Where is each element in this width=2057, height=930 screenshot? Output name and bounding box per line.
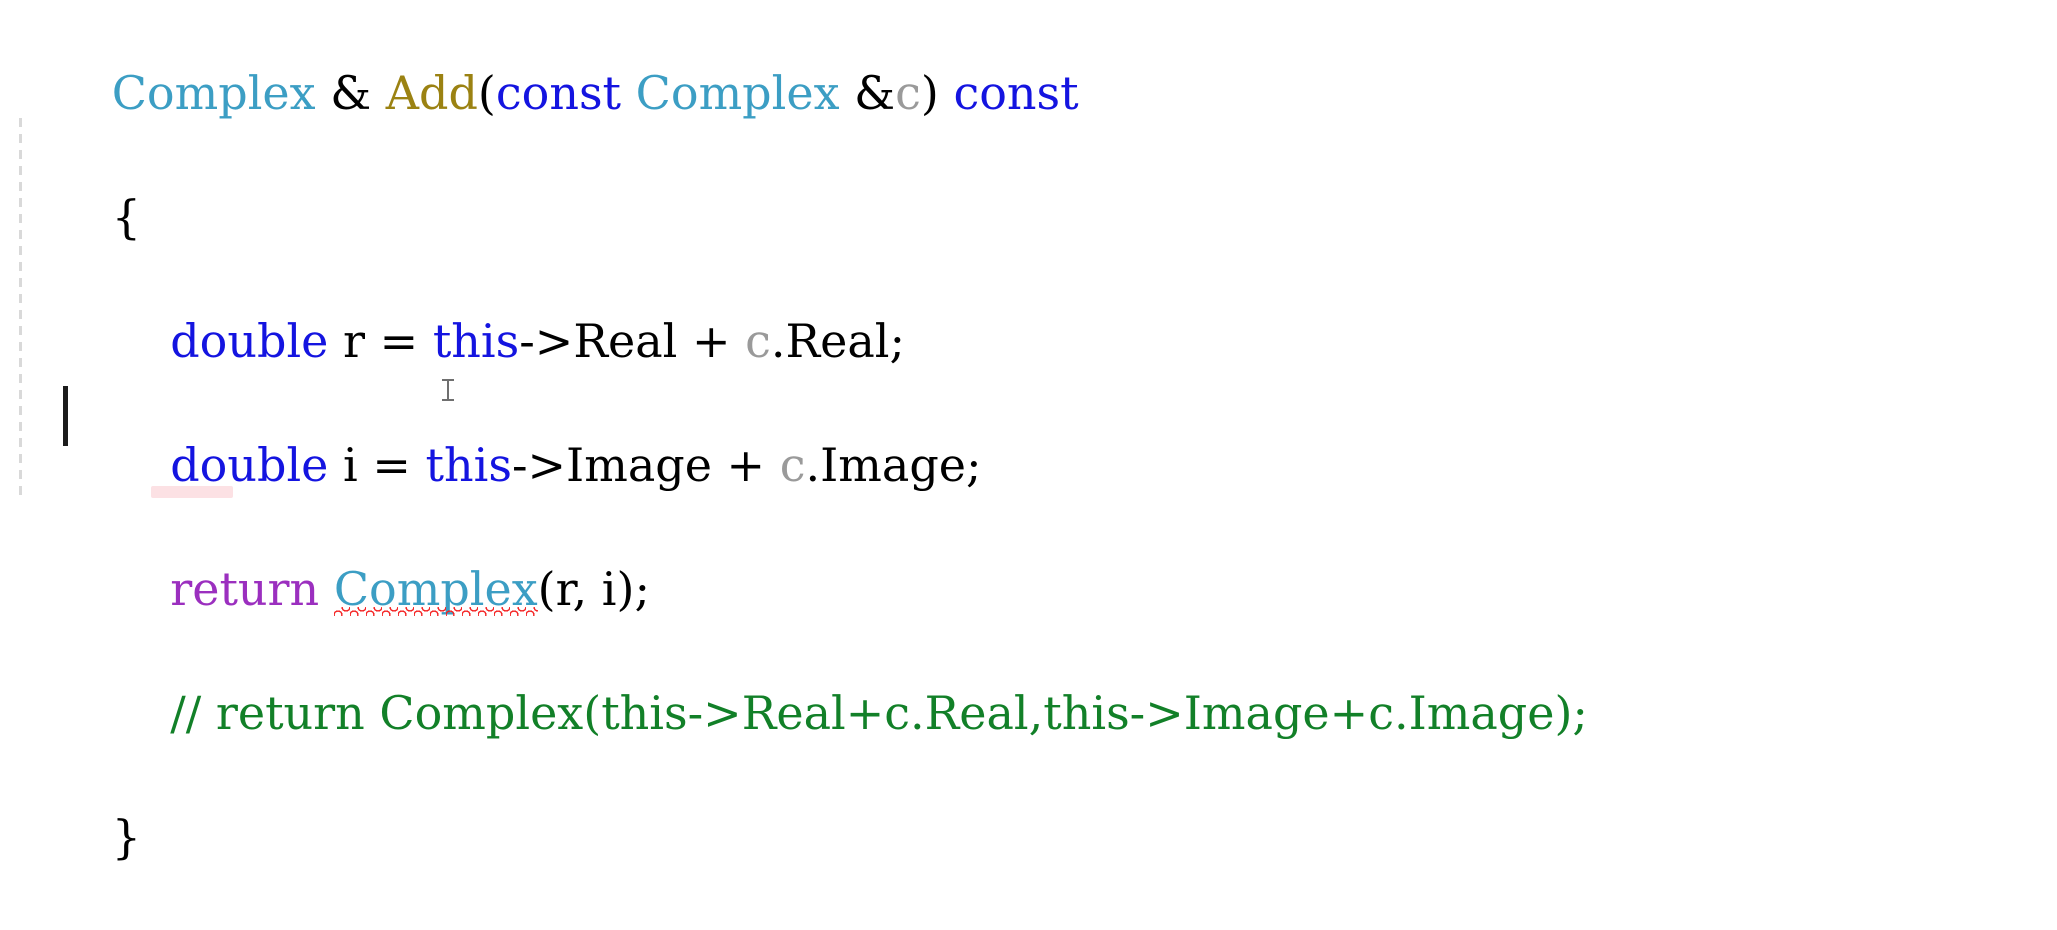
token-assign: = [365,314,433,368]
token-param-c: c [895,66,921,120]
token-assign: = [357,438,426,492]
token-ampersand-ref: & [854,66,896,120]
token-keyword-this: this [432,314,520,368]
token-close-paren: ) [920,66,939,120]
token-member-c-image: .Image; [805,438,982,492]
token-keyword-this: this [425,438,512,492]
token-member-c-real: .Real; [770,314,906,368]
code-line-2[interactable]: { [0,124,2057,244]
token-keyword-double: double [170,314,329,368]
token-ampersand: & [330,66,372,120]
text-caret [63,386,68,446]
token-close-brace: } [111,810,142,864]
token-open-paren: ( [477,66,496,120]
code-line-5[interactable]: return Complex(r, i); [0,496,2057,616]
token-type-complex: Complex [111,66,316,120]
token-member-image: ->Image + [511,438,780,492]
token-member-real: ->Real + [519,314,746,368]
code-line-4[interactable]: double i = this->Image + c.Image; [0,372,2057,492]
code-lines-container[interactable]: Complex & Add(const Complex &c) const { … [0,0,2057,864]
token-keyword-return: return [170,562,320,616]
token-function-add: Add [385,66,478,120]
token-param-c: c [745,314,771,368]
code-editor-surface[interactable]: Complex & Add(const Complex &c) const { … [0,0,2057,864]
code-line-1[interactable]: Complex & Add(const Complex &c) const [0,0,2057,120]
token-type-complex-param: Complex [635,66,840,120]
token-keyword-const: const [495,66,622,120]
token-param-c: c [779,438,806,492]
code-line-6[interactable]: // return Complex(this->Real+c.Real,this… [0,620,2057,740]
token-variable-i: i [343,438,358,492]
code-line-7[interactable]: } [0,744,2057,864]
code-line-3[interactable]: double r = this->Real + c.Real; [0,248,2057,368]
token-keyword-double: double [170,438,329,492]
token-call-args: (r, i); [537,562,650,616]
token-open-brace: { [111,190,142,244]
token-keyword-const-trailing: const [953,66,1079,120]
token-variable-r: r [343,314,366,368]
token-comment: // return Complex(this->Real+c.Real,this… [170,686,1588,740]
